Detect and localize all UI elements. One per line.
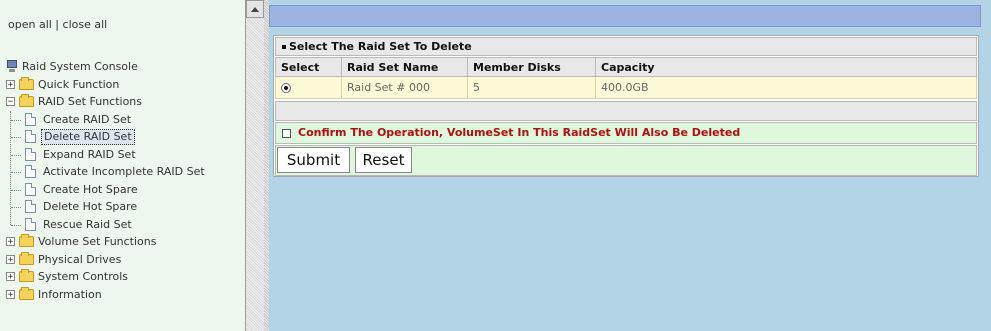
tree-controls: open all | close all (8, 18, 107, 31)
expand-icon[interactable]: + (6, 272, 15, 282)
page-icon (25, 182, 36, 196)
tree-item-label: Quick Function (38, 77, 120, 91)
tree-item-label: RAID Set Functions (38, 95, 143, 108)
table-header-row: Select Raid Set Name Member Disks Capaci… (275, 57, 977, 77)
confirm-row: Confirm The Operation, VolumeSet In This… (275, 122, 977, 144)
submit-button[interactable]: Submit (277, 147, 350, 173)
raid-console-window: open all | close all Raid System Console… (0, 0, 991, 331)
tree-item-label: Create RAID Set (43, 112, 132, 126)
capacity-cell: 400.0GB (595, 76, 977, 99)
tree-item-label: Physical Drives (38, 252, 122, 266)
tree-item-physical-drives[interactable]: + Physical Drives (6, 251, 246, 269)
tree-item-label: Delete RAID Set (41, 129, 135, 145)
bullet-icon (282, 45, 286, 49)
table-row[interactable]: Raid Set # 000 5 400.0GB (275, 76, 977, 99)
column-header-select: Select (275, 57, 342, 77)
page-icon (25, 130, 36, 143)
tree-item-expand-raid-set[interactable]: Expand RAID Set (6, 146, 246, 164)
tree-item-label: Create Hot Spare (43, 182, 138, 196)
nav-scrollbar[interactable] (246, 0, 264, 331)
tree-item-delete-hot-spare[interactable]: Delete Hot Spare (6, 198, 246, 216)
tree-item-delete-raid-set[interactable]: Delete RAID Set (6, 128, 246, 146)
folder-icon (19, 76, 34, 90)
select-cell[interactable] (275, 76, 342, 99)
separator: | (51, 18, 63, 31)
tree-item-label: Volume Set Functions (38, 235, 157, 248)
tree-root-label: Raid System Console (22, 60, 138, 73)
tree-item-create-hot-spare[interactable]: Create Hot Spare (6, 181, 246, 199)
tree-item-label: Information (38, 287, 102, 301)
tree-item-label: Activate Incomplete RAID Set (43, 165, 205, 178)
section-divider-bar (275, 101, 977, 121)
folder-icon (19, 269, 34, 282)
raid-set-name-cell: Raid Set # 000 (341, 76, 468, 99)
tree-item-activate-incomplete-raid-set[interactable]: Activate Incomplete RAID Set (6, 163, 246, 181)
tree-item-label: Expand RAID Set (43, 147, 136, 161)
raid-set-table: Select Raid Set Name Member Disks Capaci… (275, 57, 977, 99)
computer-icon (6, 60, 18, 73)
folder-open-icon (19, 94, 34, 107)
open-all-link[interactable]: open all (8, 18, 52, 31)
tree-root[interactable]: Raid System Console (6, 58, 246, 76)
tree-item-rescue-raid-set[interactable]: Rescue Raid Set (6, 216, 246, 234)
raid-set-children: Create RAID Set Delete RAID Set Expand R… (6, 110, 246, 234)
reset-button[interactable]: Reset (355, 147, 412, 173)
page-icon (25, 112, 36, 126)
tree-item-create-raid-set[interactable]: Create RAID Set (6, 111, 246, 129)
delete-raid-set-form: Select The Raid Set To Delete Select Rai… (273, 35, 979, 177)
page-icon (25, 165, 36, 178)
nav-tree: Raid System Console + Quick Function − R… (6, 58, 246, 303)
tree-item-quick-function[interactable]: + Quick Function (6, 76, 246, 94)
frame-divider[interactable] (264, 0, 269, 331)
member-disks-cell: 5 (467, 76, 596, 99)
tree-item-label: Rescue Raid Set (43, 217, 132, 231)
folder-icon (19, 251, 34, 265)
expand-icon[interactable]: + (6, 79, 15, 89)
column-header-raid-set-name: Raid Set Name (341, 57, 468, 77)
page-icon (25, 200, 36, 213)
collapse-icon[interactable]: − (6, 97, 15, 107)
confirm-label: Confirm The Operation, VolumeSet In This… (298, 126, 741, 139)
tree-item-label: System Controls (38, 270, 129, 283)
page-icon (25, 217, 36, 231)
column-header-member-disks: Member Disks (467, 57, 596, 77)
scroll-up-arrow-icon[interactable] (246, 0, 264, 18)
tree-item-raid-set-functions[interactable]: − RAID Set Functions (6, 93, 246, 111)
content-header-bar (269, 5, 981, 27)
expand-icon[interactable]: + (6, 237, 15, 247)
button-row: Submit Reset (275, 145, 977, 176)
navigation-pane: open all | close all Raid System Console… (0, 0, 246, 331)
expand-icon[interactable]: + (6, 289, 15, 299)
tree-item-label: Delete Hot Spare (43, 200, 138, 213)
column-header-capacity: Capacity (595, 57, 977, 77)
form-title-bar: Select The Raid Set To Delete (275, 37, 977, 56)
tree-item-system-controls[interactable]: + System Controls (6, 268, 246, 286)
tree-item-volume-set-functions[interactable]: + Volume Set Functions (6, 233, 246, 251)
page-icon (25, 147, 36, 161)
tree-item-information[interactable]: + Information (6, 286, 246, 304)
close-all-link[interactable]: close all (63, 18, 108, 31)
expand-icon[interactable]: + (6, 254, 15, 264)
folder-icon (19, 234, 34, 247)
folder-icon (19, 286, 34, 300)
form-title: Select The Raid Set To Delete (289, 40, 472, 53)
confirm-checkbox[interactable] (282, 128, 291, 138)
raid-set-radio[interactable] (281, 83, 291, 93)
